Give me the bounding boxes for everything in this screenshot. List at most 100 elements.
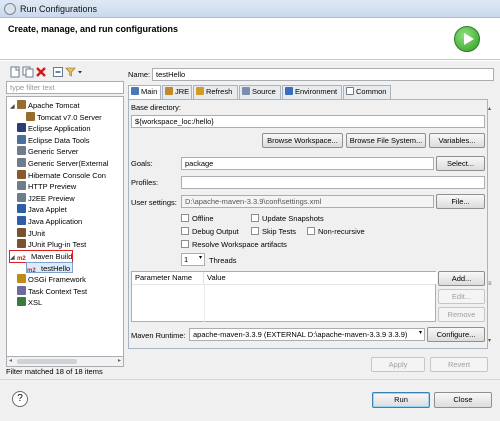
jre-tab-icon [165, 87, 173, 95]
expand-arrow-icon[interactable]: ◢ [10, 253, 17, 264]
delete-config-icon[interactable] [34, 65, 46, 77]
variables-button[interactable]: Variables... [429, 133, 485, 148]
base-directory-field[interactable]: ${workspace_loc:/hello} [131, 115, 485, 128]
tab-environment[interactable]: Environment [282, 85, 342, 99]
tree-item-label: Tomcat v7.0 Server [37, 112, 102, 122]
tree-item-label: JUnit Plug-in Test [28, 240, 87, 250]
close-button[interactable]: Close [434, 392, 492, 408]
refresh-tab-icon [196, 87, 204, 95]
scroll-right-icon[interactable]: ▸ [118, 357, 121, 364]
tree-item[interactable]: ◢ m2 Maven Build [8, 249, 74, 264]
tree-item[interactable]: Java Applet [10, 204, 67, 215]
tree-item[interactable]: Generic Server [10, 146, 78, 157]
goals-field[interactable]: package [181, 157, 434, 170]
threads-value: 1 [184, 255, 189, 264]
filter-menu-icon[interactable] [64, 65, 82, 77]
tree-item-icon [17, 123, 26, 133]
user-settings-field[interactable]: D:\apache-maven-3.3.9\conf\settings.xml [181, 195, 434, 208]
duplicate-config-icon[interactable] [21, 65, 34, 78]
launch-config-pane: type filter text ◢ Apache Tomcat Tomcat v7… [6, 63, 124, 379]
tree-item[interactable]: XSL [10, 297, 42, 308]
scroll-grip-icon[interactable]: ≡ [488, 281, 492, 287]
skip-tests-checkbox[interactable]: Skip Tests [251, 227, 296, 236]
tree-item-label: OSGi Framework [28, 275, 86, 284]
tree-item[interactable]: J2EE Preview [10, 192, 75, 204]
tab-main[interactable]: Main [128, 85, 161, 100]
browse-file-system-button[interactable]: Browse File System... [346, 133, 426, 148]
tree-item[interactable]: ◢ Apache Tomcat [10, 100, 80, 111]
tree-item-label: testHello [41, 264, 71, 274]
update-snapshots-checkbox[interactable]: Update Snapshots [251, 214, 324, 223]
add-parameter-button[interactable]: Add... [438, 271, 485, 286]
panel-vertical-scrollbar[interactable]: ▴ ≡ ▾ [488, 99, 494, 349]
name-field[interactable]: testHello [152, 68, 494, 81]
config-tree[interactable]: ◢ Apache Tomcat Tomcat v7.0 Server Eclipse … [6, 96, 124, 357]
threads-select[interactable]: 1 ▾ [181, 253, 205, 266]
tree-item[interactable]: JUnit [10, 227, 45, 239]
tab-refresh[interactable]: Refresh [193, 85, 238, 99]
tree-item[interactable]: Eclipse Application [10, 123, 91, 134]
tree-horizontal-scrollbar[interactable]: ◂ ▸ [6, 357, 124, 367]
revert-button[interactable]: Revert [430, 357, 488, 372]
tree-item-icon [17, 134, 26, 144]
tree-item[interactable]: Java Application [10, 216, 82, 227]
maven-runtime-select[interactable]: apache-maven-3.3.9 (EXTERNAL D:\apache-m… [189, 328, 425, 341]
new-config-icon[interactable] [8, 65, 20, 78]
offline-checkbox[interactable]: Offline [181, 214, 214, 223]
scroll-thumb[interactable] [17, 359, 77, 364]
tree-item[interactable]: m2 testHello [26, 262, 74, 274]
resolve-workspace-checkbox[interactable]: Resolve Workspace artifacts [181, 240, 287, 249]
tab-label: Main [141, 87, 158, 96]
tab-jre[interactable]: JRE [162, 85, 192, 99]
tree-item-icon [17, 158, 26, 167]
tree-item[interactable]: Tomcat v7.0 Server [26, 111, 102, 123]
scroll-left-icon[interactable]: ◂ [9, 357, 12, 364]
checkbox-box [307, 227, 315, 235]
edit-parameter-button[interactable]: Edit... [438, 289, 485, 304]
filter-input[interactable]: type filter text [6, 81, 124, 94]
tab-label: JRE [175, 87, 190, 96]
tree-item[interactable]: JUnit Plug-in Test [10, 239, 86, 250]
configure-label: Configure... [436, 330, 476, 339]
variables-label: Variables... [438, 136, 476, 145]
run-button[interactable]: Run [372, 392, 430, 408]
collapse-all-icon[interactable] [51, 65, 63, 77]
tree-item[interactable]: Generic Server(External [10, 158, 108, 169]
scroll-up-icon[interactable]: ▴ [488, 105, 491, 112]
tree-item[interactable]: Eclipse Data Tools [10, 134, 90, 146]
file-button[interactable]: File... [436, 194, 485, 209]
non-recursive-label: Non-recursive [318, 227, 365, 236]
scroll-down-icon[interactable]: ▾ [488, 337, 491, 344]
checkbox-box [181, 227, 189, 235]
tab-source[interactable]: Source [239, 85, 281, 99]
configure-button[interactable]: Configure... [427, 327, 485, 342]
help-icon[interactable]: ? [12, 391, 28, 407]
profiles-field[interactable] [181, 176, 485, 189]
title-bar: Run Configurations [0, 0, 500, 18]
parameters-table[interactable]: Parameter Name Value [131, 271, 437, 322]
browse-workspace-button[interactable]: Browse Workspace... [262, 133, 343, 148]
header-banner: Create, manage, and run configurations [0, 18, 500, 60]
tree-item[interactable]: OSGi Framework [10, 274, 86, 285]
source-tab-icon [242, 87, 250, 95]
tree-item-label: Java Applet [28, 205, 67, 215]
value-header[interactable]: Value [204, 272, 437, 284]
tree-item[interactable]: HTTP Preview [10, 181, 76, 192]
tab-label: Common [356, 87, 387, 96]
tab-label: Refresh [206, 87, 233, 96]
parameter-name-header[interactable]: Parameter Name [132, 272, 204, 284]
tree-item-icon [17, 169, 26, 179]
goals-label: Goals: [131, 159, 153, 168]
debug-output-checkbox[interactable]: Debug Output [181, 227, 239, 236]
checkbox-box [251, 227, 259, 235]
tab-common[interactable]: Common [343, 85, 391, 99]
tree-item[interactable]: Hibernate Console Con [10, 169, 106, 181]
tree-item[interactable]: Task Context Test [10, 285, 87, 297]
non-recursive-checkbox[interactable]: Non-recursive [307, 227, 365, 236]
column-divider [204, 284, 205, 322]
select-goals-button[interactable]: Select... [436, 156, 485, 171]
remove-parameter-button[interactable]: Remove [438, 307, 485, 322]
expand-arrow-icon[interactable]: ◢ [10, 102, 17, 113]
apply-button[interactable]: Apply [371, 357, 425, 372]
chevron-down-icon: ▾ [418, 329, 422, 336]
